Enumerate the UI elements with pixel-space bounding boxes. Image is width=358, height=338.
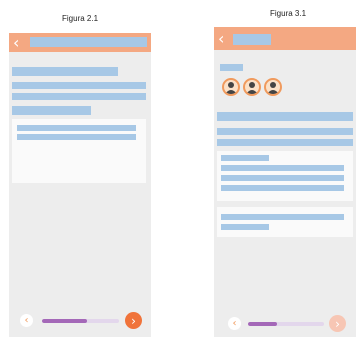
title-placeholder: [12, 67, 118, 76]
user-avatar-icon[interactable]: [264, 78, 282, 96]
card-line-placeholder: [221, 185, 344, 191]
text-line-placeholder: [12, 82, 146, 89]
progress-bar: [42, 319, 119, 323]
card-line-placeholder: [221, 175, 344, 181]
user-avatar-icon[interactable]: [222, 78, 240, 96]
card-line-placeholder: [221, 165, 344, 171]
figure-caption-right: Figura 3.1: [270, 9, 307, 18]
phone-screen-2: ‹ ‹ ›: [214, 27, 356, 337]
previous-button[interactable]: ‹: [228, 317, 241, 330]
avatar-group: [222, 77, 292, 97]
header-title-placeholder: [233, 34, 271, 45]
chevron-left-icon: ‹: [24, 315, 29, 326]
chevron-left-icon: ‹: [232, 318, 237, 329]
section-label-placeholder: [220, 64, 243, 71]
app-header: ‹: [9, 33, 151, 52]
text-line-placeholder: [12, 106, 91, 115]
next-button[interactable]: ›: [125, 312, 142, 329]
back-arrow-icon[interactable]: ‹: [13, 33, 19, 52]
content-card: [12, 119, 146, 183]
content-card: [217, 207, 353, 237]
previous-button[interactable]: ‹: [20, 314, 33, 327]
card-line-placeholder: [221, 224, 269, 230]
text-line-placeholder: [12, 93, 146, 100]
next-button[interactable]: ›: [329, 315, 346, 332]
content-card: [217, 151, 353, 201]
back-arrow-icon[interactable]: ‹: [218, 28, 224, 49]
chevron-right-icon: ›: [335, 316, 340, 331]
card-line-placeholder: [17, 125, 136, 131]
card-line-placeholder: [221, 155, 269, 161]
card-line-placeholder: [221, 214, 344, 220]
progress-fill: [42, 319, 87, 323]
chevron-right-icon: ›: [131, 313, 136, 328]
header-title-placeholder: [30, 37, 147, 47]
card-line-placeholder: [17, 134, 136, 140]
phone-screen-1: ‹ ‹ ›: [9, 33, 151, 337]
app-header: ‹: [214, 27, 356, 50]
user-avatar-icon[interactable]: [243, 78, 261, 96]
progress-bar: [248, 322, 324, 326]
text-line-placeholder: [217, 112, 353, 121]
text-line-placeholder: [217, 139, 353, 146]
text-line-placeholder: [217, 128, 353, 135]
progress-fill: [248, 322, 277, 326]
figure-caption-left: Figura 2.1: [62, 14, 99, 23]
